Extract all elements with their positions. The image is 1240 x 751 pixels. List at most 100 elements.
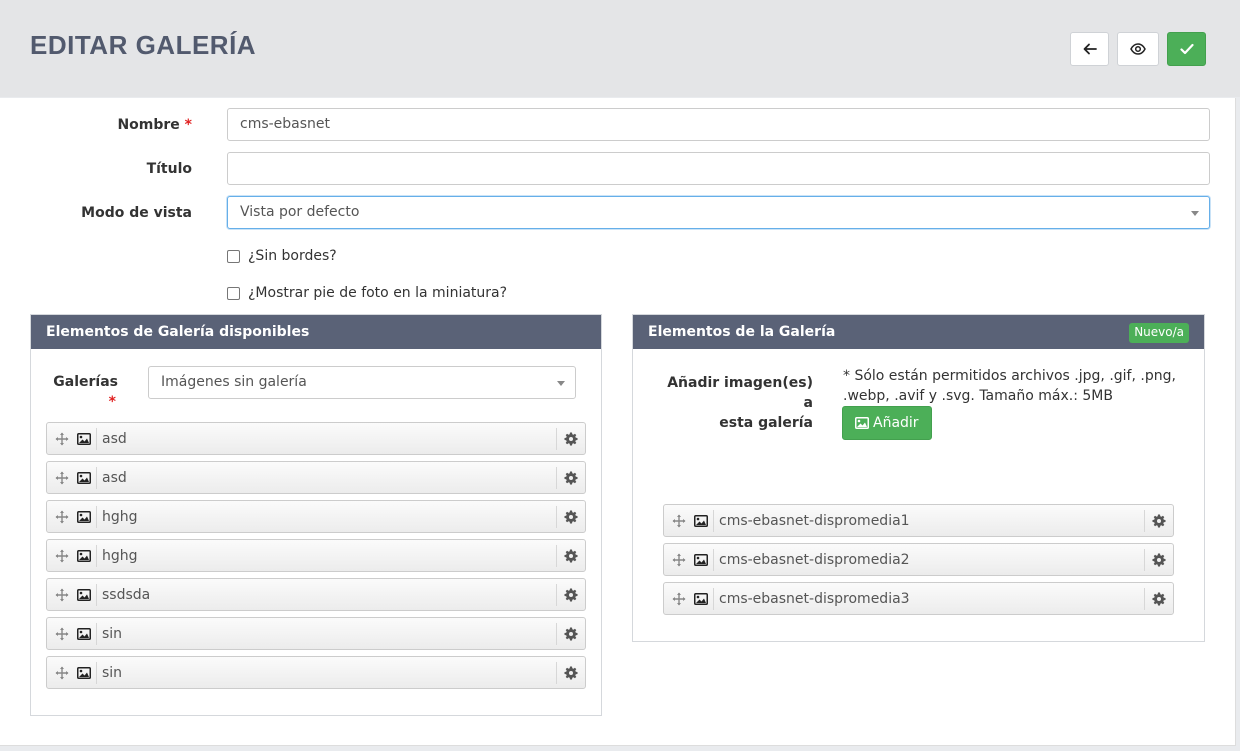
chevron-down-icon (1191, 211, 1199, 216)
modo-vista-value: Vista por defecto (240, 204, 360, 220)
allowed-files-note-line1: * Sólo están permitidos archivos .jpg, .… (843, 368, 1176, 384)
divider (713, 509, 714, 532)
list-item-label: cms-ebasnet-dispromedia1 (719, 512, 910, 529)
page-header: EDITAR GALERÍA (0, 0, 1240, 97)
allowed-files-note: * Sólo están permitidos archivos .jpg, .… (843, 366, 1183, 406)
list-item[interactable]: cms-ebasnet-dispromedia2 (663, 543, 1174, 576)
gear-icon[interactable] (559, 505, 583, 529)
sin-bordes-row: ¿Sin bordes? (227, 248, 337, 264)
divider (1144, 587, 1145, 610)
gear-icon[interactable] (559, 661, 583, 685)
move-icon[interactable] (55, 432, 69, 446)
image-icon (77, 471, 91, 484)
move-icon[interactable] (55, 666, 69, 680)
list-item[interactable]: sin (46, 656, 586, 689)
content-card: Nombre * cms-ebasnet Título Modo de vist… (0, 98, 1236, 746)
divider (713, 548, 714, 571)
galerias-label-text: Galerías (53, 374, 118, 390)
divider (96, 544, 97, 567)
list-item[interactable]: hghg (46, 500, 586, 533)
move-icon[interactable] (672, 514, 686, 528)
move-icon[interactable] (55, 471, 69, 485)
save-button[interactable] (1167, 32, 1206, 66)
gear-icon[interactable] (1147, 587, 1171, 611)
gallery-panel-title: Elementos de la Galería Nuevo/a (633, 315, 1204, 349)
list-item-label: hghg (102, 508, 138, 525)
required-mark: * (184, 117, 192, 133)
list-item-label: asd (102, 469, 127, 486)
chevron-down-icon (557, 381, 565, 386)
divider (556, 661, 557, 684)
image-icon (77, 510, 91, 523)
gear-icon[interactable] (559, 544, 583, 568)
mostrar-pie-checkbox[interactable] (227, 286, 240, 300)
list-item[interactable]: asd (46, 461, 586, 494)
gear-icon[interactable] (559, 427, 583, 451)
move-icon[interactable] (672, 553, 686, 567)
list-item[interactable]: ssdsda (46, 578, 586, 611)
mostrar-pie-row: ¿Mostrar pie de foto en la miniatura? (227, 285, 507, 301)
move-icon[interactable] (55, 549, 69, 563)
eye-icon (1130, 43, 1146, 55)
divider (556, 622, 557, 645)
arrow-left-icon (1083, 43, 1097, 55)
divider (556, 505, 557, 528)
nombre-label: Nombre * (117, 117, 192, 133)
list-item[interactable]: hghg (46, 539, 586, 572)
nombre-input[interactable]: cms-ebasnet (227, 108, 1210, 141)
image-icon (694, 553, 708, 566)
galerias-select[interactable]: Imágenes sin galería (148, 366, 576, 399)
divider (713, 587, 714, 610)
page-title: EDITAR GALERÍA (30, 30, 257, 60)
back-button[interactable] (1070, 32, 1109, 66)
gear-icon[interactable] (1147, 509, 1171, 533)
image-icon (855, 417, 869, 429)
list-item-label: cms-ebasnet-dispromedia2 (719, 551, 910, 568)
sin-bordes-label[interactable]: ¿Sin bordes? (248, 248, 337, 264)
nombre-label-text: Nombre (117, 117, 180, 133)
gallery-panel-title-text: Elementos de la Galería (648, 324, 836, 340)
modo-vista-select[interactable]: Vista por defecto (227, 196, 1210, 229)
divider (96, 466, 97, 489)
divider (96, 622, 97, 645)
gear-icon[interactable] (559, 583, 583, 607)
list-item[interactable]: asd (46, 422, 586, 455)
preview-button[interactable] (1117, 32, 1159, 66)
sin-bordes-checkbox[interactable] (227, 249, 240, 263)
divider (96, 661, 97, 684)
list-item-label: cms-ebasnet-dispromedia3 (719, 590, 910, 607)
move-icon[interactable] (55, 588, 69, 602)
list-item[interactable]: sin (46, 617, 586, 650)
gallery-elements-panel: Elementos de la Galería Nuevo/a Añadir i… (632, 314, 1205, 642)
list-item[interactable]: cms-ebasnet-dispromedia3 (663, 582, 1174, 615)
image-icon (77, 666, 91, 679)
galerias-label: Galerías * (41, 372, 118, 412)
available-panel-title-text: Elementos de Galería disponibles (46, 324, 310, 340)
move-icon[interactable] (55, 510, 69, 524)
divider (556, 583, 557, 606)
divider (96, 427, 97, 450)
titulo-input[interactable] (227, 152, 1210, 185)
divider (556, 466, 557, 489)
image-icon (77, 432, 91, 445)
divider (96, 505, 97, 528)
divider (1144, 548, 1145, 571)
list-item[interactable]: cms-ebasnet-dispromedia1 (663, 504, 1174, 537)
gear-icon[interactable] (559, 622, 583, 646)
image-icon (77, 549, 91, 562)
allowed-files-note-line2: .webp, .avif y .svg. Tamaño máx.: 5MB (843, 388, 1113, 404)
modo-vista-label: Modo de vista (81, 205, 192, 221)
add-image-button-label: Añadir (873, 415, 919, 431)
add-images-label-line2: esta galería (719, 415, 813, 431)
mostrar-pie-label[interactable]: ¿Mostrar pie de foto en la miniatura? (248, 285, 507, 301)
titulo-label: Título (146, 161, 192, 177)
image-icon (694, 592, 708, 605)
add-images-label: Añadir imagen(es) a esta galería (663, 373, 813, 433)
gear-icon[interactable] (559, 466, 583, 490)
add-image-button[interactable]: Añadir (842, 406, 932, 440)
gear-icon[interactable] (1147, 548, 1171, 572)
divider (556, 544, 557, 567)
move-icon[interactable] (672, 592, 686, 606)
galerias-select-value: Imágenes sin galería (161, 374, 307, 390)
move-icon[interactable] (55, 627, 69, 641)
